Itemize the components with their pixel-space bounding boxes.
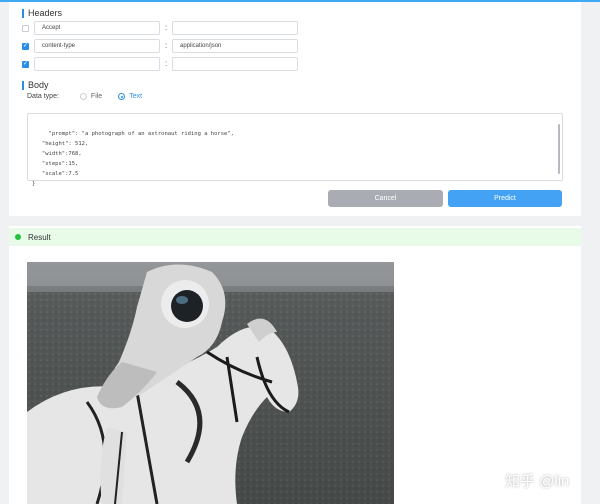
header-key-input[interactable]: content-type xyxy=(34,39,160,53)
status-dot-icon xyxy=(15,234,21,240)
radio-file-label: File xyxy=(90,93,103,100)
astronaut-riding-horse-image xyxy=(27,262,394,504)
result-title: Result xyxy=(28,232,51,242)
radio-file-icon[interactable] xyxy=(79,93,87,100)
body-title-text: Body xyxy=(28,80,49,90)
headers-section-title: Headers xyxy=(22,8,62,18)
headers-title-text: Headers xyxy=(28,8,63,18)
header-separator: : xyxy=(165,59,168,68)
radio-text-icon[interactable] xyxy=(118,93,126,100)
header-row-checkbox[interactable]: ✓ xyxy=(22,42,29,50)
section-marker xyxy=(22,80,24,90)
request-body-textarea[interactable]: "prompt": "a photograph of an astronaut … xyxy=(27,113,563,187)
radio-option-file[interactable]: File xyxy=(79,93,103,100)
textarea-scrollbar[interactable] xyxy=(558,124,560,174)
result-header: Result xyxy=(9,228,581,246)
header-key-input[interactable] xyxy=(34,57,160,71)
section-marker xyxy=(22,8,24,18)
body-section-title: Body xyxy=(22,80,49,90)
header-row-checkbox[interactable]: ✓ xyxy=(22,60,29,68)
header-value-input[interactable] xyxy=(172,21,298,35)
radio-option-text[interactable]: Text xyxy=(118,93,142,100)
header-value-input[interactable]: application/json xyxy=(172,39,298,53)
header-separator: : xyxy=(165,41,168,50)
header-row: ✓ xyxy=(22,39,29,53)
radio-text-label: Text xyxy=(129,93,143,100)
header-row: ✓ xyxy=(22,57,29,71)
watermark-text: 知乎 @lin xyxy=(505,473,570,490)
request-body-code: "prompt": "a photograph of an astronaut … xyxy=(32,131,234,187)
header-row xyxy=(22,21,29,35)
result-image-svg xyxy=(27,262,394,504)
header-key-input[interactable]: Accept xyxy=(34,21,160,35)
header-separator: : xyxy=(165,23,168,32)
cancel-button[interactable]: Cancel xyxy=(328,190,443,207)
data-type-label: Data type: xyxy=(27,93,59,100)
header-value-input[interactable] xyxy=(172,57,298,71)
predict-button[interactable]: Predict xyxy=(448,190,562,207)
header-row-checkbox[interactable] xyxy=(22,24,29,32)
data-type-selector: Data type: File Text xyxy=(27,93,142,100)
